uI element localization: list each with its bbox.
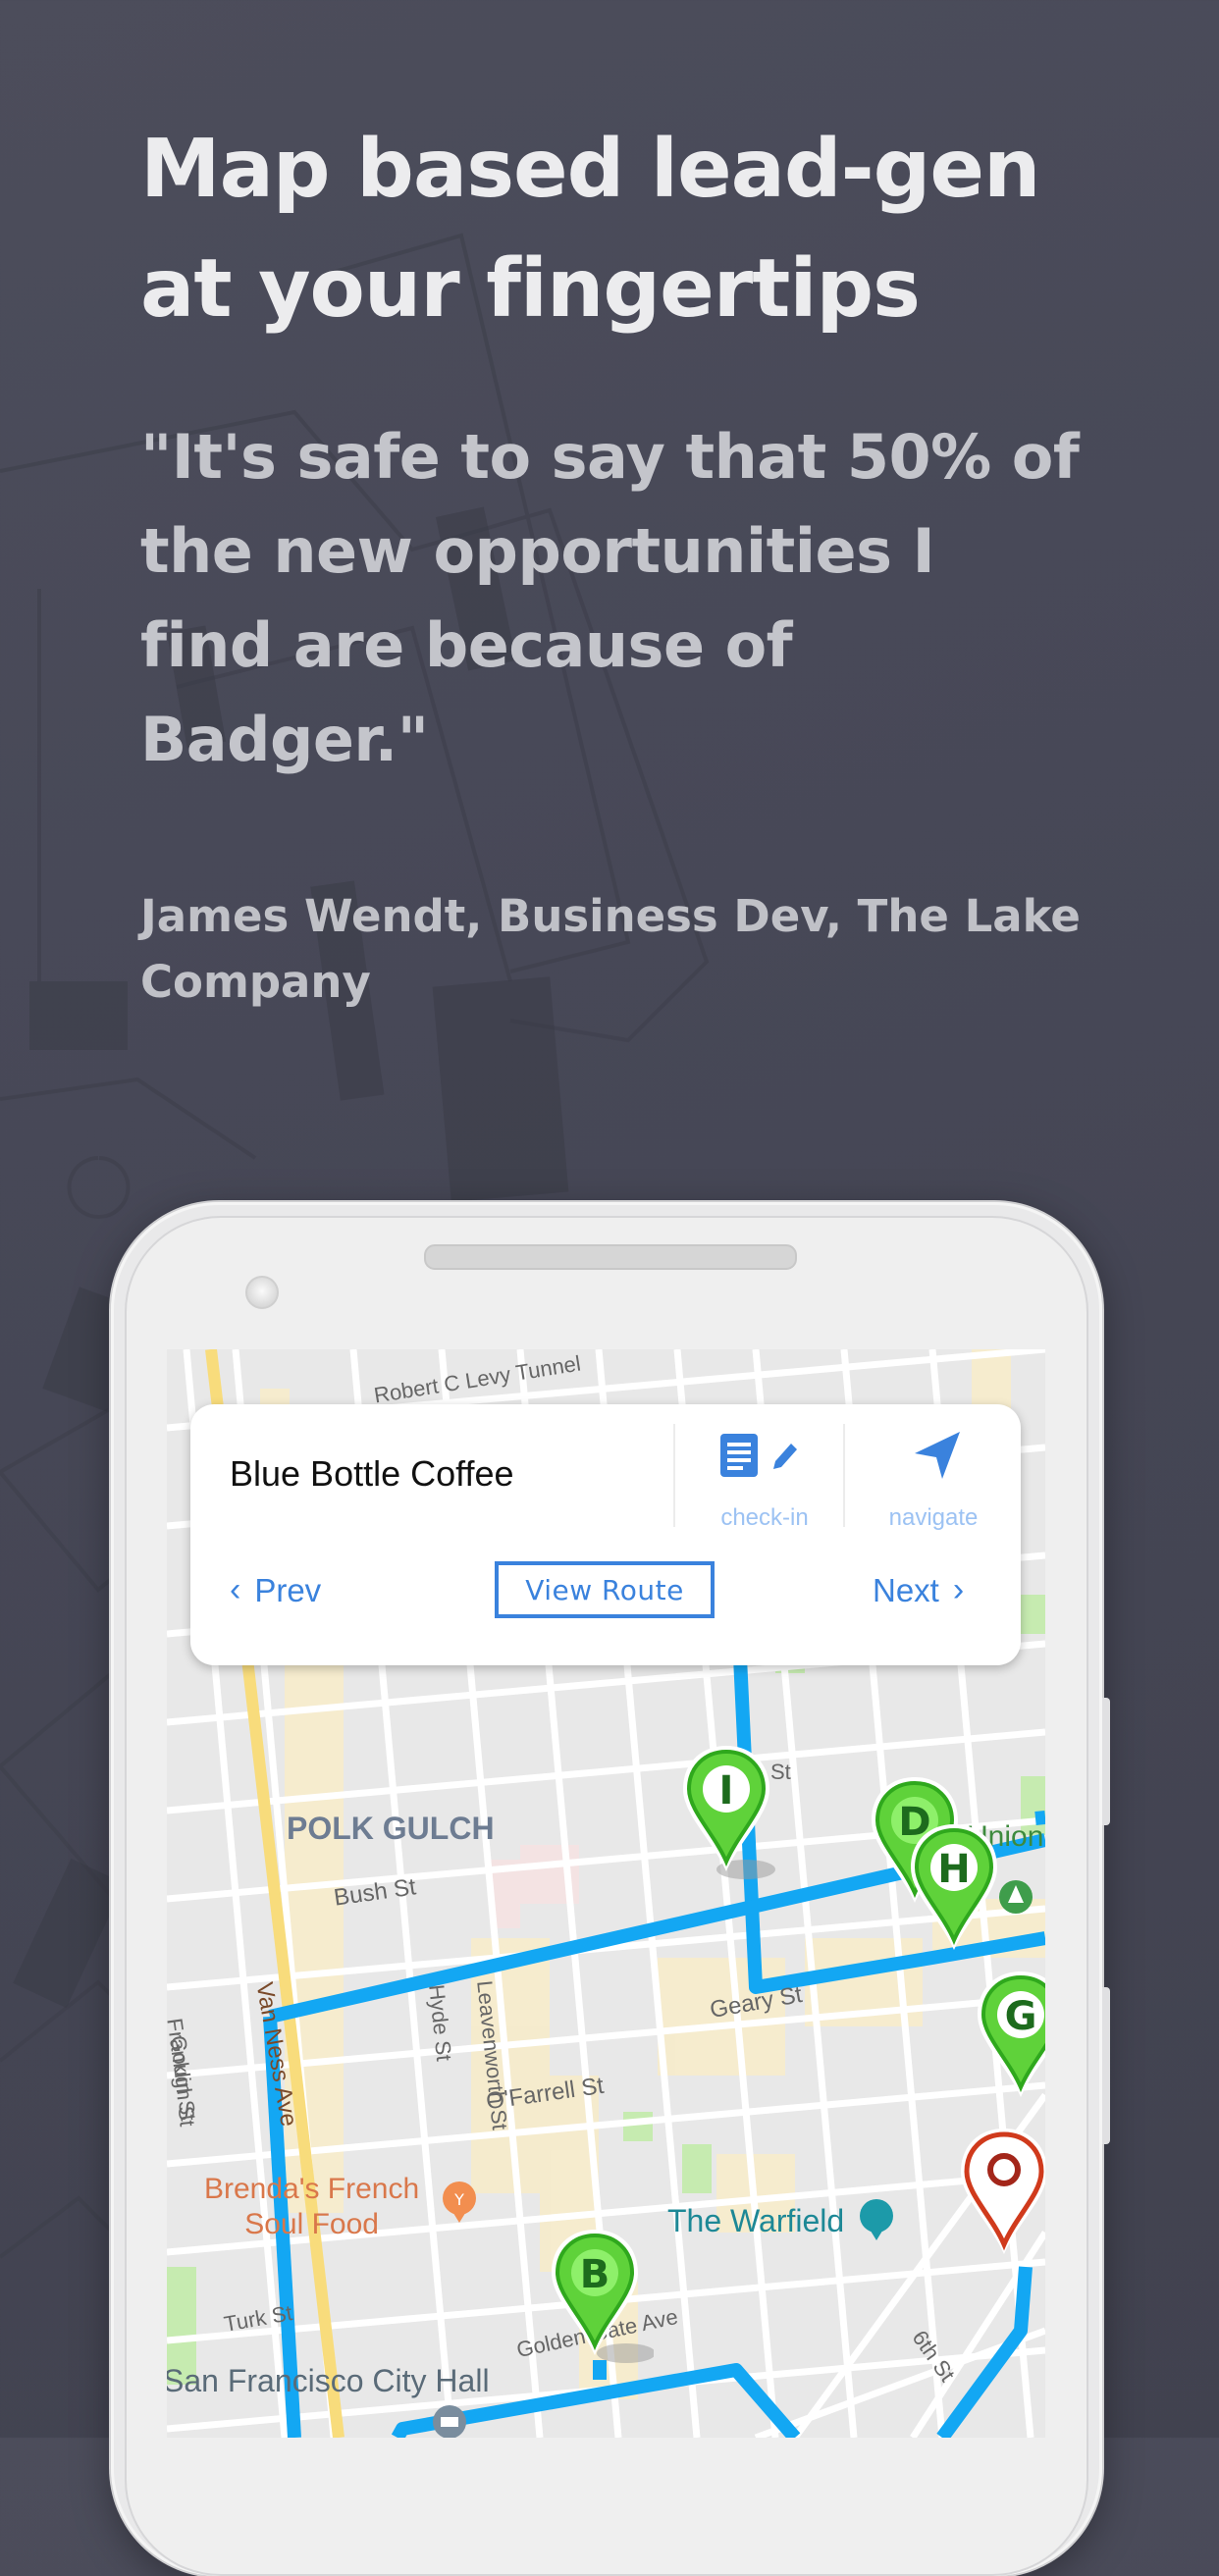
prev-button[interactable]: ‹ Prev [230, 1571, 321, 1609]
map-label-brendas: Brenda's French Soul Food [204, 2172, 419, 2242]
map-pin-current-location[interactable] [955, 2125, 1045, 2262]
map-pin-h[interactable]: H [905, 1820, 1003, 1958]
phone-front-camera [245, 1276, 279, 1309]
map-pin-i[interactable]: I [677, 1742, 775, 1879]
app-screen: Y Robert C Levy Tunnel POLK GULCH Bush S… [167, 1349, 1045, 2438]
quote-line: Badger." [140, 704, 429, 775]
quote-line: the new opportunities I [140, 515, 935, 587]
chevron-left-icon: ‹ [230, 1571, 241, 1608]
svg-text:Y: Y [453, 2190, 464, 2209]
view-route-button[interactable]: View Route [495, 1561, 715, 1618]
phone-side-button-top [1102, 1698, 1110, 1825]
map-label-polk-gulch: POLK GULCH [287, 1811, 495, 1846]
attribution-line: Company [140, 956, 371, 1008]
testimonial-quote: "It's safe to say that 50% of the new op… [140, 410, 1083, 787]
check-in-icon [720, 1434, 797, 1477]
attribution-line: James Wendt, Business Dev, The Lake [140, 890, 1081, 942]
pin-letter: B [580, 2252, 610, 2297]
check-in-button[interactable]: check-in [681, 1426, 848, 1534]
next-label: Next [873, 1571, 939, 1608]
navigate-label: navigate [888, 1504, 979, 1531]
city-hall-icon [433, 2405, 466, 2438]
navigate-button[interactable]: navigate [850, 1426, 1017, 1534]
headline-line-2: at your fingertips [140, 242, 921, 336]
headline-line-1: Map based lead-gen [140, 123, 1040, 216]
map-pin-g[interactable]: G [972, 1968, 1045, 2105]
prev-label: Prev [254, 1571, 322, 1608]
brendas-line-1: Brenda's French [204, 2173, 420, 2205]
next-button[interactable]: Next › [873, 1571, 964, 1609]
map-pin-b[interactable]: B [546, 2226, 654, 2373]
place-name: Blue Bottle Coffee [230, 1453, 514, 1494]
phone-speaker-grille [424, 1244, 797, 1270]
phone-side-button-bottom [1102, 1987, 1110, 2144]
headline: Map based lead-gen at your fingertips [140, 110, 1122, 349]
chevron-right-icon: › [952, 1571, 965, 1608]
pin-letter: H [937, 1847, 970, 1892]
quote-line: "It's safe to say that 50% of [140, 421, 1080, 493]
testimonial-attribution: James Wendt, Business Dev, The Lake Comp… [140, 883, 1083, 1015]
card-divider [673, 1424, 675, 1527]
card-divider [843, 1424, 845, 1527]
quote-line: find are because of [140, 609, 793, 681]
place-info-card: Blue Bottle Coffee check-in navigate ‹ P… [190, 1404, 1021, 1665]
map-label-warfield: The Warfield [667, 2203, 845, 2238]
pin-letter: G [1005, 1994, 1037, 2039]
navigate-arrow-icon [915, 1432, 960, 1479]
pin-letter: I [719, 1768, 734, 1814]
map-label-city-hall: San Francisco City Hall [167, 2363, 490, 2398]
park-tree-icon [999, 1880, 1033, 1914]
check-in-label: check-in [720, 1504, 809, 1531]
brendas-line-2: Soul Food [244, 2208, 379, 2240]
